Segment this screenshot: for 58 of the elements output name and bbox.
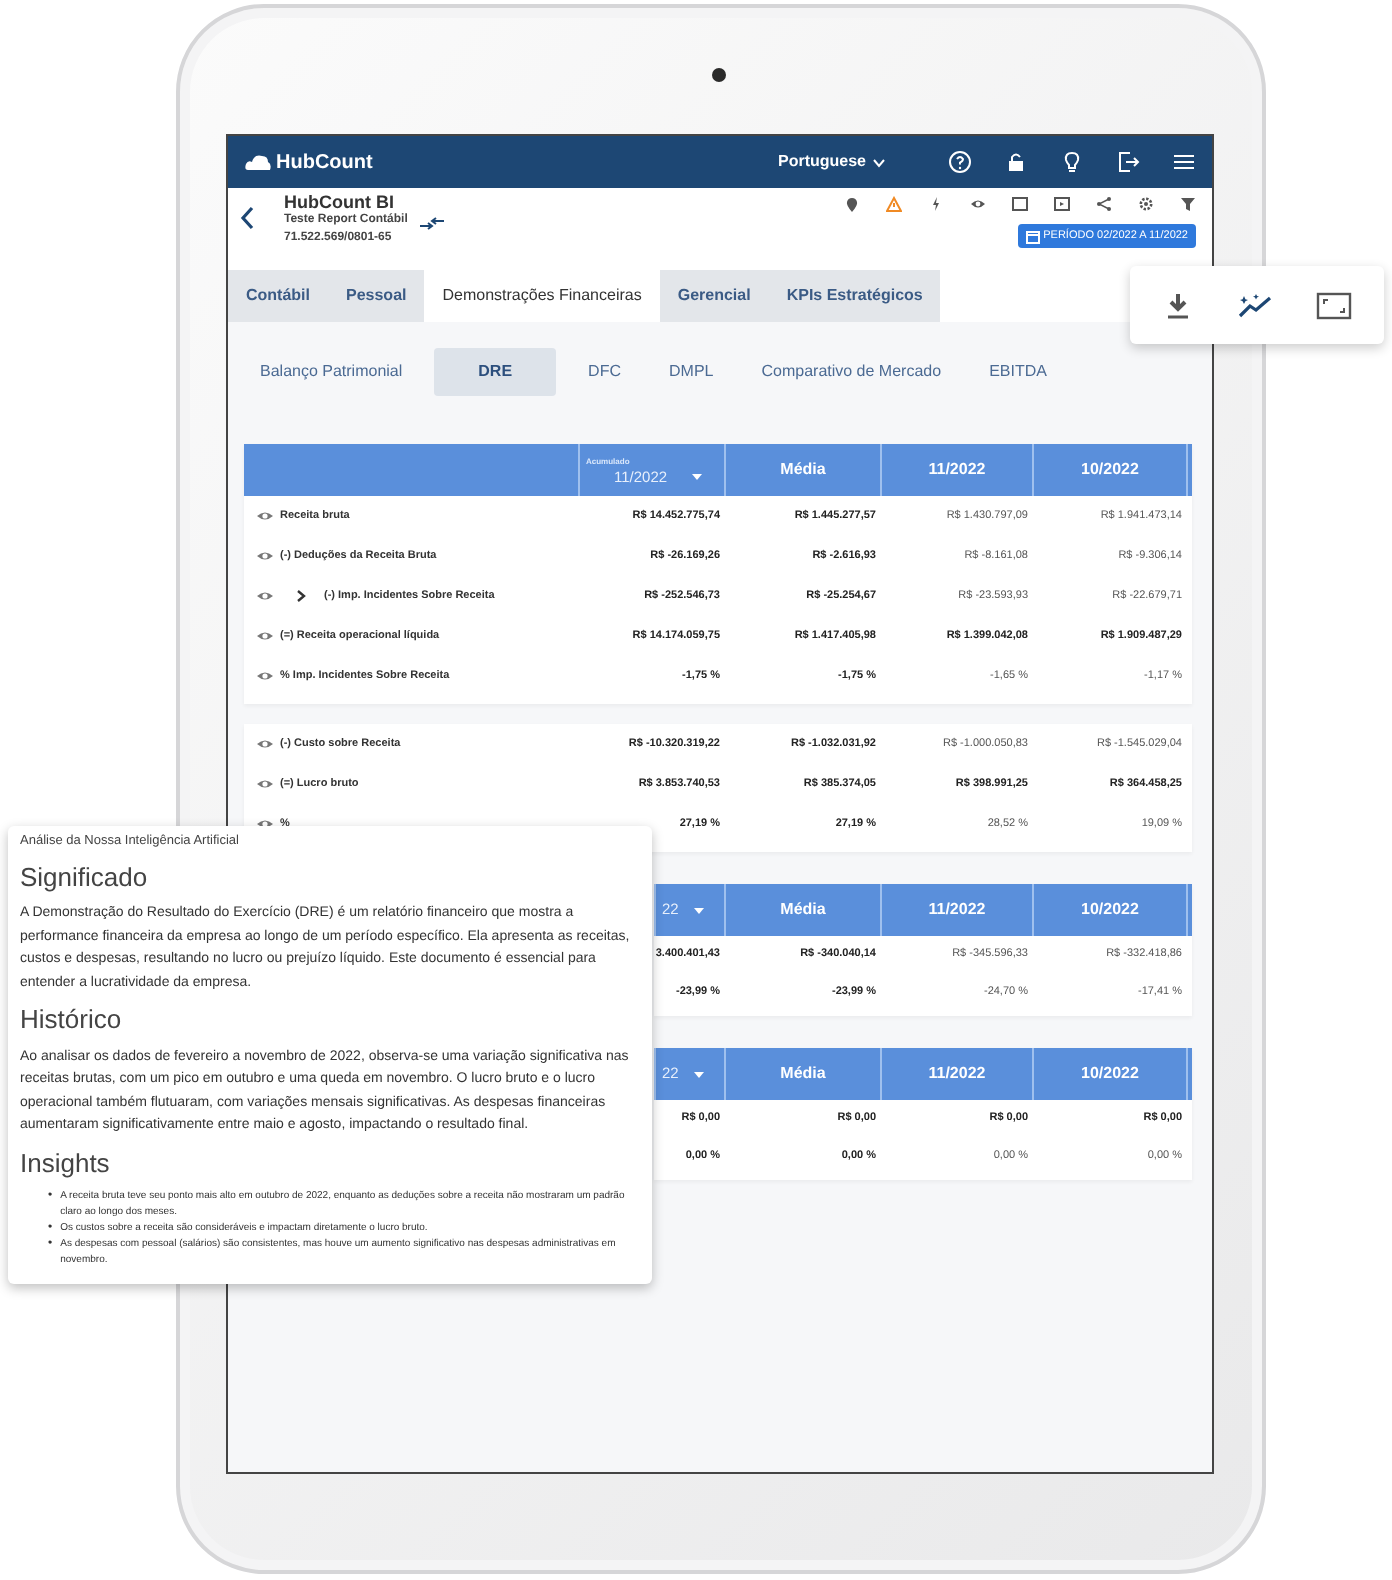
eye-icon[interactable] <box>256 778 274 790</box>
eye-icon[interactable] <box>256 510 274 522</box>
lock-icon[interactable] <box>1004 150 1028 174</box>
column-header: 11/2022 <box>882 1048 1034 1100</box>
tab[interactable]: Contábil <box>228 270 328 322</box>
section-heading: Insights <box>20 1145 112 1182</box>
subtab[interactable]: Balanço Patrimonial <box>244 348 419 396</box>
sparkle-chart-icon[interactable] <box>1233 291 1273 319</box>
chevron-right-icon[interactable] <box>296 590 306 602</box>
share-icon[interactable] <box>1096 196 1112 212</box>
subtab[interactable]: EBITDA <box>973 348 1063 396</box>
subtab[interactable]: DMPL <box>653 348 730 396</box>
column-header: 10/2022 <box>1034 1048 1188 1100</box>
column-header: 11/2022 <box>882 444 1034 496</box>
eye-icon[interactable] <box>970 196 986 212</box>
column-header: 10/2022 <box>1034 884 1188 936</box>
caret-icon <box>694 1071 705 1077</box>
report-title: HubCount BI <box>284 192 396 212</box>
language-dropdown[interactable]: Portuguese <box>775 148 888 176</box>
column-header: Média <box>726 884 882 936</box>
tab[interactable]: Gerencial <box>659 270 769 322</box>
fullscreen-icon[interactable] <box>1315 291 1351 319</box>
subtab[interactable]: DRE <box>434 348 557 396</box>
caret-icon <box>691 474 702 480</box>
section-heading: Significado <box>20 859 150 896</box>
tab[interactable]: KPIs Estratégicos <box>768 270 941 322</box>
column-header: Média <box>726 1048 882 1100</box>
column-header: 11/2022 <box>882 884 1034 936</box>
chevron-down-icon <box>872 157 886 167</box>
menu-icon[interactable] <box>1172 150 1196 174</box>
eye-icon[interactable] <box>256 590 274 602</box>
settings-icon[interactable] <box>1138 196 1154 212</box>
download-icon[interactable] <box>1163 291 1191 319</box>
caret-icon <box>694 907 705 913</box>
calendar-icon <box>1025 229 1040 244</box>
eye-icon[interactable] <box>256 630 274 642</box>
camera-dot <box>712 68 726 82</box>
cloud-logo-icon <box>244 152 272 172</box>
back-icon[interactable] <box>240 206 256 230</box>
subtab[interactable]: DFC <box>572 348 637 396</box>
logout-icon[interactable] <box>1116 150 1140 174</box>
bolt-icon[interactable] <box>928 196 944 212</box>
column-header: 10/2022 <box>1034 444 1188 496</box>
tab[interactable]: Pessoal <box>328 270 425 322</box>
subtab[interactable]: Comparativo de Mercado <box>745 348 958 396</box>
swap-icon[interactable] <box>419 216 444 232</box>
eye-icon[interactable] <box>256 670 274 682</box>
filter-icon[interactable] <box>1180 196 1196 212</box>
section-heading: Histórico <box>20 1002 124 1039</box>
help-icon[interactable] <box>948 150 972 174</box>
eye-icon[interactable] <box>256 738 274 750</box>
column-header: Média <box>726 444 882 496</box>
map-pin-icon[interactable] <box>844 196 860 212</box>
lightbulb-icon[interactable] <box>1060 150 1084 174</box>
eye-icon[interactable] <box>256 550 274 562</box>
logo-text: HubCount <box>276 149 373 177</box>
square-icon[interactable] <box>1054 196 1070 212</box>
tab[interactable]: Demonstrações Financeiras <box>424 270 660 322</box>
